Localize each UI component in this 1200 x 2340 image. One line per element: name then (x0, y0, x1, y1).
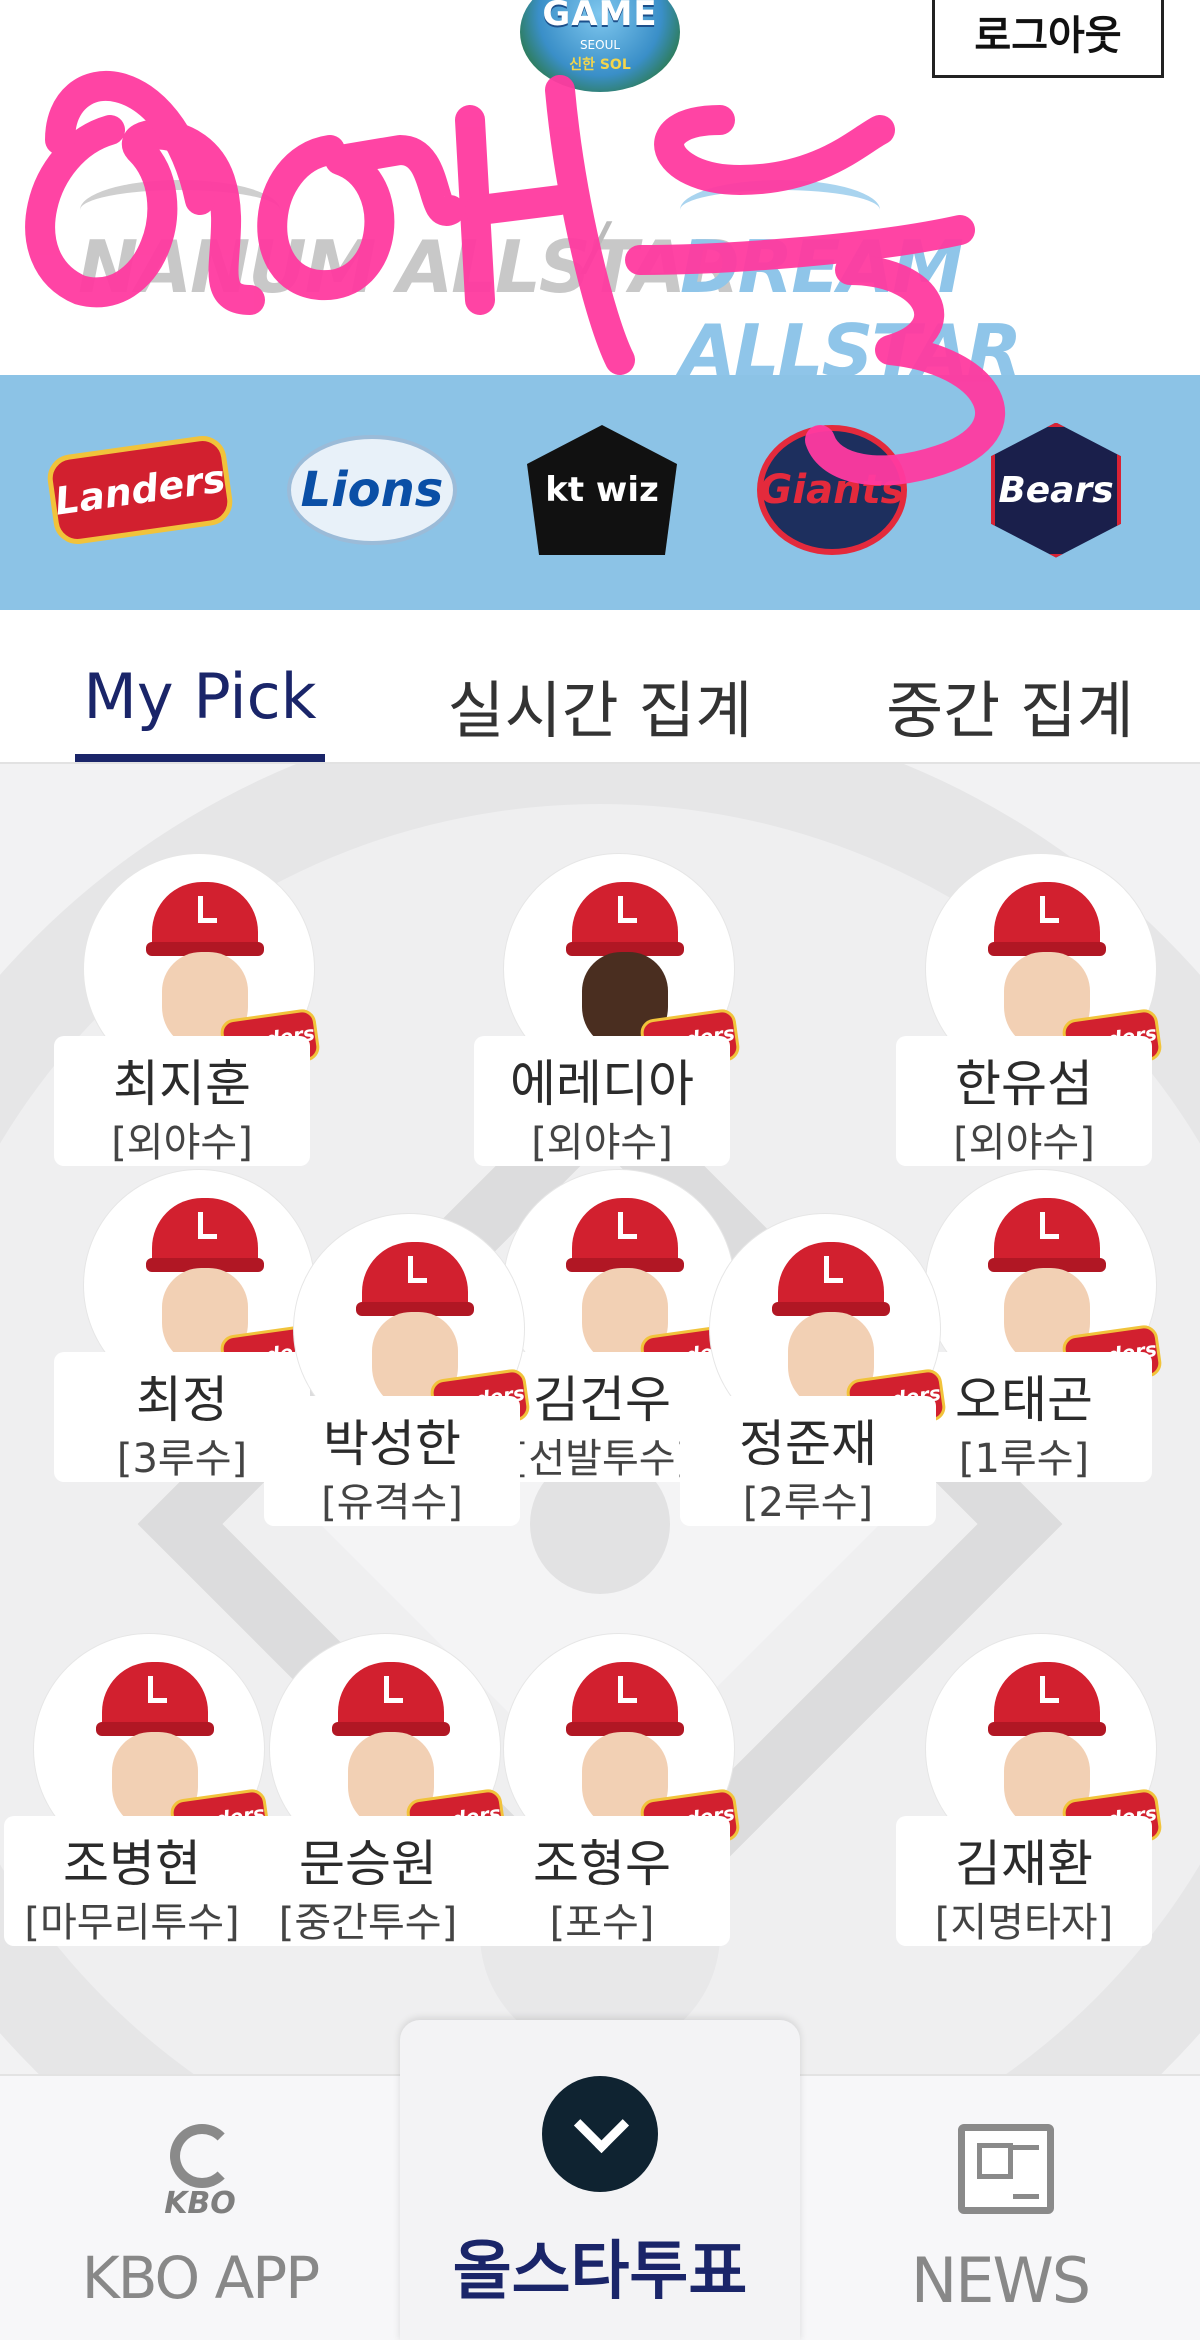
player-info-card: 에레디아 [외야수] (474, 1036, 730, 1166)
player-card[interactable]: Landers 박성한 [유격수] (264, 1214, 532, 1554)
player-name: 정준재 (739, 1415, 877, 1473)
nav-allstar-vote-label: 올스타투표 (452, 2235, 748, 2309)
bottom-navigation: KBO KBO APP 올스타투표 NEWS (0, 2020, 1200, 2340)
player-info-card: 조병현 [마무리투수] (4, 1816, 260, 1946)
player-info-card: 최지훈 [외야수] (54, 1036, 310, 1166)
nav-news[interactable]: NEWS (840, 2124, 1160, 2324)
player-position: [포수] (549, 1900, 655, 1946)
player-card[interactable]: Landers 조형우 [포수] (474, 1634, 742, 1974)
lions-badge: Lions (287, 435, 457, 545)
team-logo-strip: Landers Lions kt wiz Giants Bears (0, 375, 1200, 610)
newspaper-icon (958, 2124, 1054, 2214)
divider-slash: / (585, 210, 607, 284)
player-name: 한유섬 (955, 1055, 1093, 1113)
event-logo-sponsor: 신한 SOL (569, 57, 631, 73)
giants-badge: Giants (757, 425, 907, 555)
kbo-logo-text: KBO (164, 2186, 236, 2221)
bears-badge: Bears (991, 422, 1121, 558)
player-card[interactable]: Landers 정준재 [2루수] (680, 1214, 948, 1554)
event-logo-sub: SEOUL (579, 38, 621, 52)
ktwiz-badge: kt wiz (527, 425, 677, 555)
tab-bar: My Pick 실시간 집계 중간 집계 (0, 610, 1200, 764)
player-card[interactable]: Landers 한유섬 [외야수] (896, 854, 1164, 1194)
player-position: [2루수] (742, 1480, 874, 1526)
kbo-logo-icon (170, 2124, 234, 2188)
player-card[interactable]: Landers 문승원 [중간투수] (240, 1634, 508, 1974)
nav-kbo-app-label: KBO APP (81, 2244, 321, 2312)
player-name: 에레디아 (510, 1055, 694, 1113)
nav-kbo-app[interactable]: KBO KBO APP (40, 2124, 360, 2324)
logout-button[interactable]: 로그아웃 (932, 0, 1164, 78)
player-position: [지명타자] (934, 1900, 1114, 1946)
team-ktwiz-logo[interactable]: kt wiz (512, 425, 692, 555)
player-info-card: 조형우 [포수] (474, 1816, 730, 1946)
nanum-allstar-tab[interactable]: NANUM ALLSTAR (78, 225, 739, 309)
player-position: [중간투수] (278, 1900, 458, 1946)
team-lions-logo[interactable]: Lions (282, 425, 462, 555)
team-bears-logo[interactable]: Bears (966, 422, 1146, 558)
tab-my-pick[interactable]: My Pick (60, 660, 340, 740)
active-tab-underline (75, 754, 325, 762)
player-name: 조형우 (533, 1835, 671, 1893)
player-card[interactable]: Landers 에레디아 [외야수] (474, 854, 742, 1194)
chevron-down-icon[interactable] (542, 2076, 658, 2192)
player-name: 김재환 (955, 1835, 1093, 1893)
team-giants-logo[interactable]: Giants (742, 425, 922, 555)
team-landers-logo[interactable]: Landers (44, 425, 236, 555)
dream-allstar-tab[interactable]: DREAM ALLSTAR (680, 225, 1200, 375)
landers-badge: Landers (44, 432, 236, 548)
player-position: [외야수] (953, 1120, 1095, 1166)
header: GAME SEOUL 신한 SOL 로그아웃 NANUM ALLSTAR / D… (0, 0, 1200, 375)
player-name: 최지훈 (113, 1055, 251, 1113)
player-card[interactable]: Landers 최지훈 [외야수] (54, 854, 322, 1194)
allstar-game-logo: GAME SEOUL 신한 SOL (520, 0, 680, 92)
tab-interim-tally[interactable]: 중간 집계 (860, 660, 1160, 747)
player-position: [유격수] (321, 1480, 463, 1526)
event-logo-text: GAME (542, 0, 658, 34)
player-info-card: 문승원 [중간투수] (240, 1816, 496, 1946)
player-card[interactable]: Landers 조병현 [마무리투수] (4, 1634, 272, 1974)
tab-realtime-tally[interactable]: 실시간 집계 (440, 660, 760, 747)
player-info-card: 박성한 [유격수] (264, 1396, 520, 1526)
player-position: [마무리투수] (24, 1900, 240, 1946)
baseball-field-lineup: Landers 최지훈 [외야수] Landers 에레디아 [외야수] Lan… (0, 764, 1200, 2074)
player-card[interactable]: Landers 김재환 [지명타자] (896, 1634, 1164, 1974)
player-info-card: 한유섬 [외야수] (896, 1036, 1152, 1166)
player-name: 조병현 (63, 1835, 201, 1893)
nav-allstar-vote[interactable]: 올스타투표 (400, 2020, 800, 2340)
player-name: 문승원 (299, 1835, 437, 1893)
player-position: [외야수] (111, 1120, 253, 1166)
player-position: [외야수] (531, 1120, 673, 1166)
player-name: 박성한 (323, 1415, 461, 1473)
nav-news-label: NEWS (910, 2244, 1091, 2317)
player-info-card: 김재환 [지명타자] (896, 1816, 1152, 1946)
player-info-card: 정준재 [2루수] (680, 1396, 936, 1526)
